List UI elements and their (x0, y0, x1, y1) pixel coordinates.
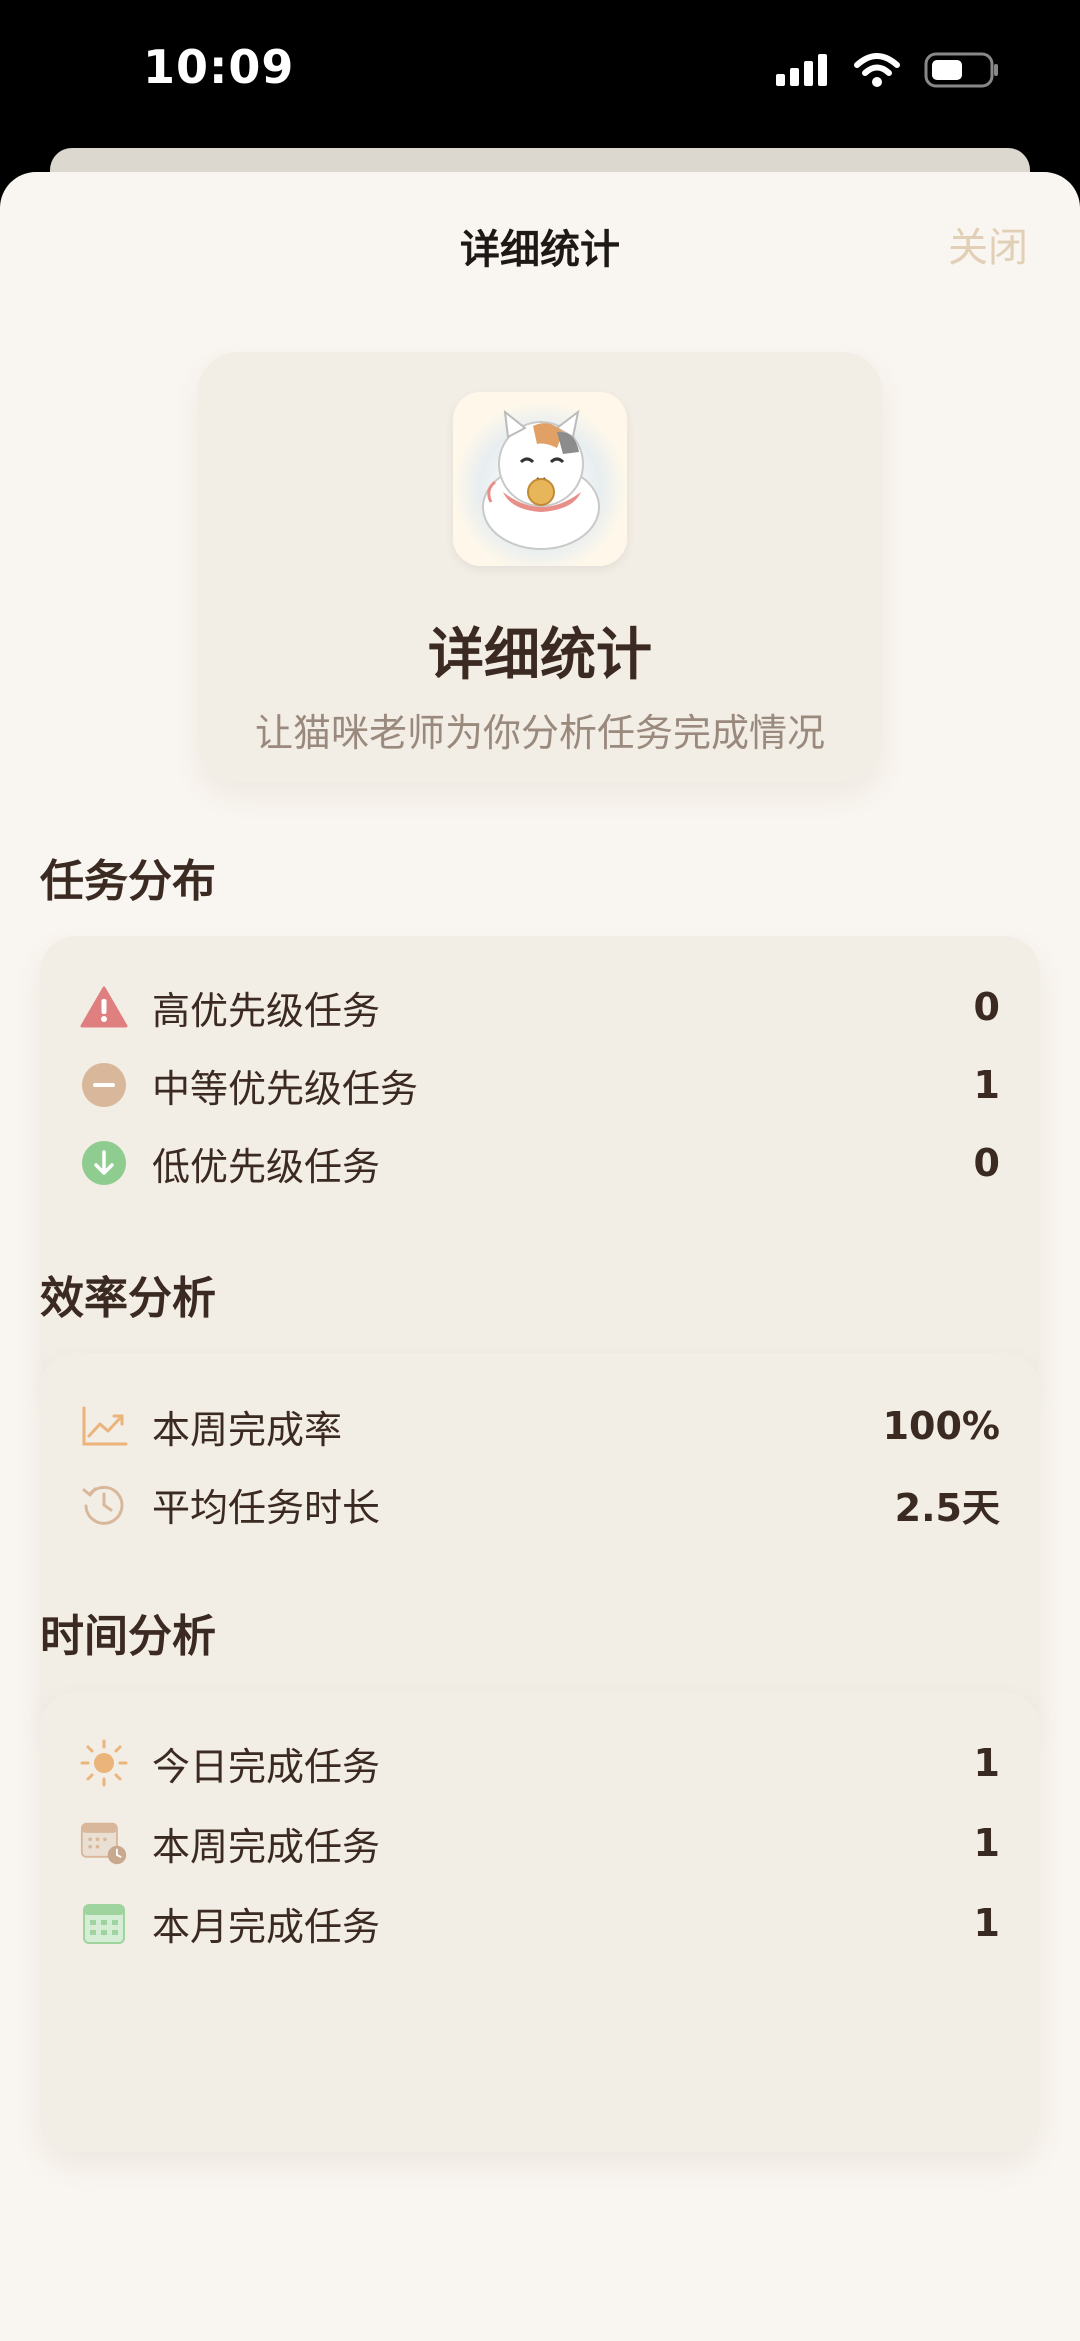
calendar-icon (80, 1899, 128, 1947)
efficiency-card: 本周完成率 100% 平均任务时长 2.5天 (40, 1353, 1040, 1733)
row-label: 中等优先级任务 (152, 1066, 419, 1111)
status-time: 10:09 (143, 40, 295, 94)
calendar-clock-icon (80, 1819, 128, 1867)
row-label: 本周完成率 (152, 1407, 343, 1452)
row-medium-priority: 中等优先级任务 1 (40, 1050, 1040, 1120)
row-label: 高优先级任务 (152, 988, 381, 1033)
nav-title: 详细统计 (460, 227, 620, 273)
cellular-signal-icon (776, 54, 827, 86)
battery-icon (924, 52, 998, 88)
section-title-time: 时间分析 (40, 1611, 216, 1662)
row-label: 本月完成任务 (152, 1904, 381, 1949)
row-value: 1 (973, 1901, 1000, 1945)
warning-triangle-icon (80, 983, 128, 1031)
history-clock-icon (80, 1480, 128, 1528)
time-analysis-card: 今日完成任务 1 本周完成任务 1 本月完成任务 1 (40, 1692, 1040, 2152)
row-value: 100% (882, 1404, 1000, 1448)
trend-chart-icon (80, 1402, 128, 1450)
row-value: 0 (973, 985, 1000, 1029)
cat-teacher-avatar (453, 392, 627, 566)
row-month-completed: 本月完成任务 1 (40, 1888, 1040, 1958)
hero-title: 详细统计 (428, 623, 652, 688)
row-value: 1 (973, 1741, 1000, 1785)
sun-icon (80, 1739, 128, 1787)
row-label: 平均任务时长 (152, 1485, 381, 1530)
minus-circle-icon (80, 1061, 128, 1109)
close-button[interactable]: 关闭 (948, 215, 1028, 273)
row-high-priority: 高优先级任务 0 (40, 972, 1040, 1042)
row-value: 0 (973, 1141, 1000, 1185)
row-today-completed: 今日完成任务 1 (40, 1728, 1040, 1798)
row-week-completed: 本周完成任务 1 (40, 1808, 1040, 1878)
status-icons (776, 52, 1000, 88)
hero-subtitle: 让猫咪老师为你分析任务完成情况 (254, 711, 825, 755)
row-low-priority: 低优先级任务 0 (40, 1128, 1040, 1198)
row-value: 1 (973, 1063, 1000, 1107)
status-bar: 10:09 (0, 0, 1080, 150)
row-average-task-duration: 平均任务时长 2.5天 (40, 1469, 1040, 1539)
row-value: 1 (973, 1821, 1000, 1865)
section-title-task-distribution: 任务分布 (40, 856, 216, 907)
row-weekly-completion-rate: 本周完成率 100% (40, 1391, 1040, 1461)
statistics-sheet: 详细统计 关闭 详细统计 让猫咪老师为你分析任务完成情况 任务分布 高优先级任务… (0, 172, 1080, 2341)
hero-card: 详细统计 让猫咪老师为你分析任务完成情况 (198, 352, 882, 782)
row-label: 本周完成任务 (152, 1824, 381, 1869)
row-value: 2.5天 (894, 1485, 1000, 1530)
section-title-efficiency: 效率分析 (40, 1273, 216, 1324)
row-label: 低优先级任务 (152, 1144, 381, 1189)
row-label: 今日完成任务 (152, 1744, 381, 1789)
wifi-icon (854, 53, 900, 87)
arrow-down-circle-icon (80, 1139, 128, 1187)
